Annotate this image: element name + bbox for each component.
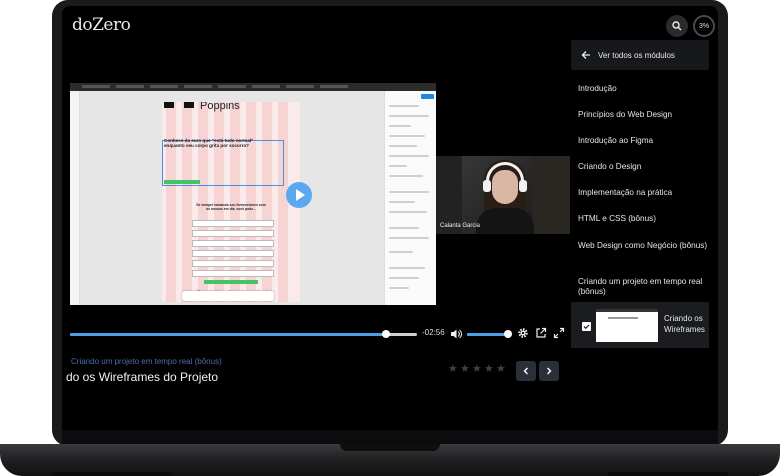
volume-slider-fill <box>467 333 509 336</box>
laptop-foot-right <box>608 472 728 476</box>
logo[interactable]: doZero <box>72 15 131 35</box>
sidebar-module-item[interactable]: HTML e CSS (bônus) <box>578 214 708 224</box>
chevron-left-icon <box>523 367 528 375</box>
volume-slider[interactable] <box>467 330 513 338</box>
course-progress-indicator[interactable]: 3% <box>693 15 715 37</box>
next-lesson-button[interactable] <box>539 361 559 381</box>
seek-handle[interactable] <box>381 330 390 338</box>
lesson-title: do os Wireframes do Projeto <box>66 370 219 384</box>
time-remaining: -02:56 <box>422 328 445 337</box>
artboard-logo-block <box>164 102 174 108</box>
check-icon <box>583 324 590 330</box>
artboard-logo-block <box>184 102 194 108</box>
artboard-cta <box>164 180 200 184</box>
laptop-notch <box>340 444 440 451</box>
laptop-foot-left <box>52 472 172 476</box>
previous-lesson-button[interactable] <box>516 361 536 381</box>
figma-artboard: Poppins Conhece da euro que "está tudo n… <box>162 102 300 302</box>
video-player[interactable]: Poppins Conhece da euro que "está tudo n… <box>70 42 570 352</box>
back-to-modules-label: Ver todos os módulos <box>598 50 675 60</box>
figma-tab-bar <box>70 83 436 91</box>
sidebar-module-item[interactable]: Web Design como Negócio (bônus) <box>578 241 708 251</box>
sidebar-module-item[interactable]: Introdução <box>578 84 708 94</box>
search-icon <box>672 21 682 31</box>
presenter-body <box>476 208 534 234</box>
artboard-heading: Conhece da euro que "está tudo normal" e… <box>164 138 254 149</box>
sidebar-module-item[interactable]: Criando o Design <box>578 162 708 172</box>
presenter-webcam: Calanta Garcia <box>436 156 570 234</box>
arrow-left-icon <box>581 51 590 59</box>
artboard-cta-2 <box>204 280 258 284</box>
modules-sidebar: Ver todos os módulos Introdução Princípi… <box>571 40 718 444</box>
sidebar-module-item[interactable]: Criando um projeto em tempo real (bônus) <box>578 277 708 297</box>
volume-handle[interactable] <box>504 330 513 338</box>
video-frame-figma: Poppins Conhece da euro que "está tudo n… <box>70 83 436 305</box>
seek-bar[interactable] <box>70 330 417 338</box>
artboard-subheading: Se sempre tomando seu fornecedores com o… <box>196 203 266 212</box>
chevron-right-icon <box>547 367 552 375</box>
rating-star-icon[interactable]: ★ <box>484 363 494 374</box>
screen: doZero 3% Poppins Conhece da euro que "e… <box>62 6 718 444</box>
settings-gear-icon[interactable] <box>517 327 529 339</box>
lesson-rating[interactable]: ★ ★ ★ ★ ★ <box>448 363 506 374</box>
volume-icon[interactable] <box>450 328 462 340</box>
screen-bottom-band <box>62 430 718 444</box>
top-bar: doZero 3% <box>62 6 718 44</box>
rating-star-icon[interactable]: ★ <box>472 363 482 374</box>
figma-left-toolbar <box>70 91 80 305</box>
figma-bottom-toolbar <box>182 291 274 301</box>
share-badge <box>421 94 434 99</box>
presenter-name: Calanta Garcia <box>440 223 481 229</box>
laptop-base <box>0 444 780 476</box>
rating-star-icon[interactable]: ★ <box>496 363 506 374</box>
lesson-checkbox[interactable] <box>582 322 591 331</box>
lesson-module-breadcrumb[interactable]: Criando um projeto em tempo real (bônus) <box>71 357 222 366</box>
search-button[interactable] <box>666 15 688 37</box>
sidebar-module-item[interactable]: Princípios do Web Design <box>578 110 708 120</box>
play-button[interactable] <box>286 182 312 208</box>
back-to-modules-button[interactable]: Ver todos os módulos <box>571 40 709 70</box>
popout-icon[interactable] <box>535 327 547 339</box>
video-controls: -02:56 <box>70 324 570 344</box>
sidebar-module-item[interactable]: Implementação na prática <box>578 188 708 198</box>
sidebar-module-item[interactable]: Introdução ao Figma <box>578 136 708 146</box>
lesson-thumbnail <box>596 309 658 342</box>
rating-star-icon[interactable]: ★ <box>448 363 458 374</box>
artboard-font-title: Poppins <box>200 102 240 112</box>
seek-bar-fill <box>70 333 386 336</box>
sidebar-current-lesson[interactable]: Criando os Wireframes <box>571 302 709 348</box>
fullscreen-icon[interactable] <box>553 327 565 339</box>
figma-properties-panel <box>384 91 436 305</box>
rating-star-icon[interactable]: ★ <box>460 363 470 374</box>
current-lesson-label: Criando os Wireframes <box>664 314 705 334</box>
